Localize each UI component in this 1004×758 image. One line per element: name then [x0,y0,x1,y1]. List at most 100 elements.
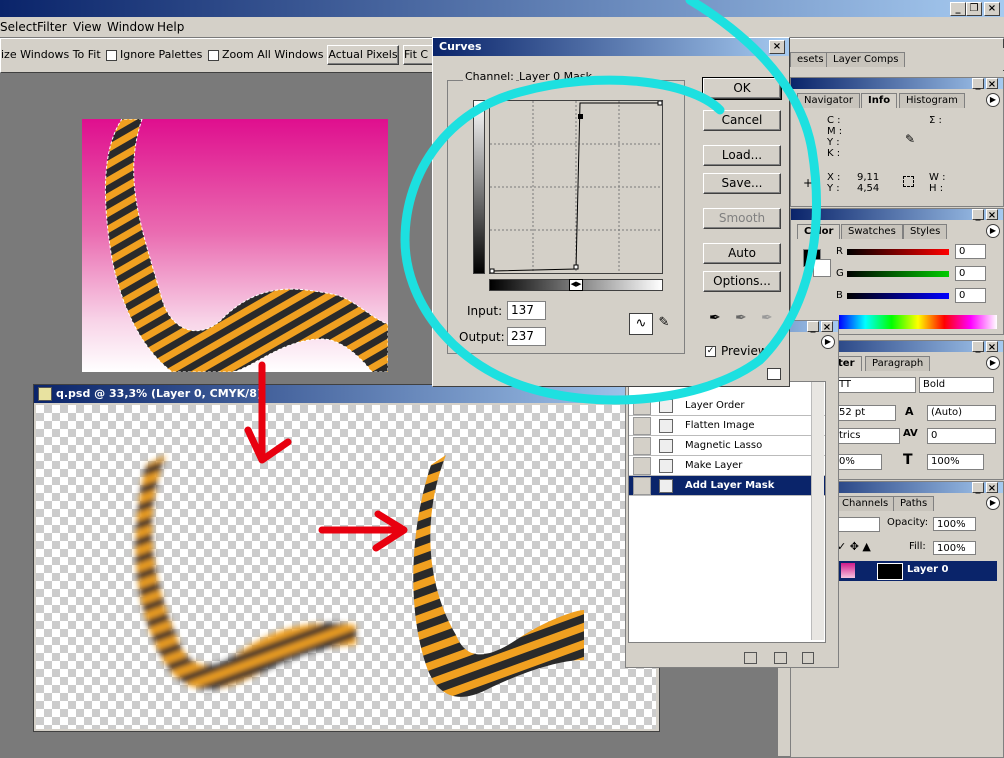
layer-name: Layer 0 [907,564,949,575]
output-gradient-bar [473,100,485,274]
menu-window[interactable]: Window [107,20,154,34]
close-button[interactable]: × [984,2,1000,16]
history-item[interactable]: Flatten Image [629,416,825,436]
pencil-tool-icon[interactable]: ✎ [655,313,673,333]
restore-button[interactable]: ❐ [966,2,982,16]
lock-icons[interactable]: ✓ ✥ ▲ [837,540,871,553]
tab-layer-comps[interactable]: Layer Comps [826,52,906,67]
layers-minimize-button[interactable]: _ [972,482,984,494]
layer-row[interactable]: Layer 0 [837,561,997,581]
history-item-selected[interactable]: Add Layer Mask [629,476,825,496]
curve-tool-icon[interactable]: ∿ [629,313,653,335]
resize-windows-label[interactable]: ize Windows To Fit [1,48,101,61]
history-item[interactable]: Layer Order [629,396,825,416]
document-canvas[interactable] [36,405,656,729]
tracking-field[interactable]: 0 [927,428,996,444]
save-button[interactable]: Save... [703,173,781,194]
tab-styles[interactable]: Styles [903,224,948,239]
color-close-button[interactable]: × [986,209,998,221]
menu-select[interactable]: Select [0,20,37,34]
auto-button[interactable]: Auto [703,243,781,264]
background-swatch[interactable] [813,259,831,277]
output-field[interactable]: 237 [507,327,546,346]
color-minimize-button[interactable]: _ [972,209,984,221]
app-titlebar: _ ❐ × [0,0,1004,17]
minimize-button[interactable]: _ [950,2,966,16]
palette-menu-icon[interactable]: ▶ [986,356,1000,370]
palette-menu-icon[interactable]: ▶ [821,335,835,349]
menu-help[interactable]: Help [157,20,184,34]
history-item[interactable]: Magnetic Lasso [629,436,825,456]
opacity-label: Opacity: [887,517,929,528]
white-eyedropper-icon[interactable]: ✒ [761,310,773,326]
resize-grid-icon[interactable] [767,368,781,380]
tab-channels[interactable]: Channels [835,496,896,511]
font-size-field[interactable]: 52 pt [835,405,896,421]
history-minimize-button[interactable]: _ [807,321,819,333]
input-field[interactable]: 137 [507,301,546,320]
ok-button[interactable]: OK [702,77,782,100]
character-minimize-button[interactable]: _ [972,341,984,353]
palette-menu-icon[interactable]: ▶ [986,93,1000,107]
opacity-field[interactable]: 100% [933,517,976,531]
tab-paths[interactable]: Paths [893,496,935,511]
tab-navigator[interactable]: Navigator [797,93,860,108]
channel-value[interactable]: Layer 0 Mask [519,70,592,83]
font-style-select[interactable]: Bold [919,377,994,393]
curves-close-button[interactable]: × [769,40,785,54]
vertical-scale-field[interactable]: 0% [835,454,882,470]
new-snapshot-icon[interactable] [774,652,787,664]
history-step-icon [659,419,673,433]
preview-checkbox[interactable]: ✓ [705,346,716,357]
kerning-select[interactable]: trics [835,428,900,444]
menu-filter[interactable]: Filter [37,20,67,34]
tab-color[interactable]: Color [797,224,841,239]
horizontal-scale-field[interactable]: 100% [927,454,984,470]
options-button[interactable]: Options... [703,271,781,292]
tab-paragraph[interactable]: Paragraph [865,356,931,371]
history-item[interactable]: Make Layer [629,456,825,476]
tab-swatches[interactable]: Swatches [841,224,903,239]
info-close-button[interactable]: × [986,78,998,90]
blue-value-field[interactable]: 0 [955,288,986,303]
gradient-toggle-icon[interactable]: ◀▶ [569,279,583,291]
preview-label: Preview [721,344,768,358]
curves-grid[interactable] [489,100,663,274]
zoom-all-checkbox[interactable] [208,50,219,61]
load-button[interactable]: Load... [703,145,781,166]
font-family-select[interactable]: TT [835,377,916,393]
red-slider-track[interactable] [847,249,949,255]
layers-close-button[interactable]: × [986,482,998,494]
black-eyedropper-icon[interactable]: ✒ [709,310,721,326]
document-titlebar[interactable]: q.psd @ 33,3% (Layer 0, CMYK/8) [34,385,659,403]
actual-pixels-button[interactable]: Actual Pixels [327,45,399,65]
leading-field[interactable]: (Auto) [927,405,996,421]
info-minimize-button[interactable]: _ [972,78,984,90]
ignore-palettes-checkbox[interactable] [106,50,117,61]
cancel-button[interactable]: Cancel [703,110,781,131]
smooth-button[interactable]: Smooth [703,208,781,229]
palette-menu-icon[interactable]: ▶ [986,496,1000,510]
palette-menu-icon[interactable]: ▶ [986,224,1000,238]
red-value-field[interactable]: 0 [955,244,986,259]
blue-slider-track[interactable] [847,293,949,299]
delete-icon[interactable] [802,652,814,664]
character-close-button[interactable]: × [986,341,998,353]
tab-info[interactable]: Info [861,93,898,108]
color-ramp[interactable] [839,315,997,329]
green-value-field[interactable]: 0 [955,266,986,281]
blend-mode-select[interactable] [835,517,880,532]
green-slider-track[interactable] [847,271,949,277]
menu-view[interactable]: View [73,20,101,34]
curves-titlebar[interactable]: Curves × [433,38,789,56]
gray-eyedropper-icon[interactable]: ✒ [735,310,747,326]
history-close-button[interactable]: × [821,321,833,333]
color-r-label: R [836,246,843,257]
tab-presets[interactable]: esets [790,52,831,67]
history-step-icon [659,459,673,473]
tab-histogram[interactable]: Histogram [899,93,965,108]
history-scrollbar[interactable] [811,382,824,640]
new-document-icon[interactable] [744,652,757,664]
fill-field[interactable]: 100% [933,541,976,555]
info-x-label: X : [827,172,841,183]
